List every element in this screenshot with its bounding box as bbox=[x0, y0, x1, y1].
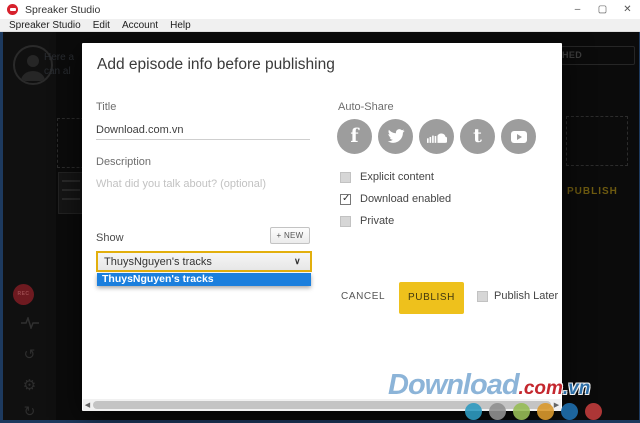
download-enabled-checkbox[interactable]: Download enabled bbox=[340, 193, 451, 205]
publish-later-label: Publish Later bbox=[494, 290, 558, 302]
watermark-word: Download bbox=[388, 369, 519, 401]
window-controls: – ▢ ✕ bbox=[565, 0, 640, 19]
youtube-play-icon bbox=[511, 131, 527, 143]
checkbox-box[interactable] bbox=[340, 216, 351, 227]
new-show-button[interactable]: + NEW bbox=[270, 227, 310, 244]
background-greeting-line1: Here a bbox=[44, 52, 74, 63]
title-input-underline bbox=[96, 139, 310, 140]
background-dropzone-right bbox=[566, 116, 628, 166]
menu-spreaker-studio[interactable]: Spreaker Studio bbox=[6, 20, 84, 31]
checkbox-box[interactable] bbox=[340, 194, 351, 205]
publish-episode-dialog: Add episode info before publishing Title… bbox=[82, 43, 562, 411]
show-dropdown-list: ThuysNguyen's tracks bbox=[97, 273, 311, 286]
close-button[interactable]: ✕ bbox=[615, 0, 640, 19]
background-publish-button[interactable]: PUBLISH bbox=[567, 186, 618, 197]
record-button-icon[interactable]: REC bbox=[13, 284, 34, 305]
history-icon[interactable]: ↺ bbox=[3, 346, 56, 363]
tumblr-icon[interactable]: t bbox=[460, 119, 495, 154]
show-field-label: Show bbox=[96, 232, 124, 244]
soundcloud-icon[interactable] bbox=[419, 119, 454, 154]
title-input[interactable]: Download.com.vn bbox=[96, 124, 183, 136]
scrollbar-thumb[interactable] bbox=[93, 401, 551, 409]
youtube-icon[interactable] bbox=[501, 119, 536, 154]
show-dropdown-option[interactable]: ThuysNguyen's tracks bbox=[97, 273, 311, 286]
minimize-button[interactable]: – bbox=[565, 0, 590, 19]
scroll-right-icon[interactable]: ▶ bbox=[552, 401, 561, 409]
settings-gear-icon[interactable]: ⚙ bbox=[3, 376, 56, 394]
background-track-list bbox=[58, 172, 84, 214]
auto-share-icons: f t bbox=[337, 119, 536, 154]
dialog-title: Add episode info before publishing bbox=[97, 56, 335, 74]
checkbox-box[interactable] bbox=[340, 172, 351, 183]
show-select-value: ThuysNguyen's tracks bbox=[98, 256, 294, 268]
description-field-label: Description bbox=[96, 156, 151, 168]
publish-later-checkbox[interactable] bbox=[477, 291, 488, 302]
scroll-left-icon[interactable]: ◀ bbox=[83, 401, 92, 409]
menu-account[interactable]: Account bbox=[119, 20, 161, 31]
published-episodes-tab[interactable]: HED EPISODES bbox=[561, 46, 635, 65]
facebook-icon[interactable]: f bbox=[337, 119, 372, 154]
left-sidebar: REC ↺ ⚙ ↻ bbox=[3, 32, 56, 420]
title-field-label: Title bbox=[96, 101, 116, 113]
auto-share-label: Auto-Share bbox=[338, 101, 394, 113]
window-title: Spreaker Studio bbox=[25, 4, 100, 16]
waveform-icon[interactable] bbox=[3, 316, 56, 334]
cancel-button[interactable]: CANCEL bbox=[341, 291, 385, 302]
watermark-vn: .vn bbox=[563, 378, 590, 399]
watermark-com: .com bbox=[519, 378, 563, 399]
show-select[interactable]: ThuysNguyen's tracks ∨ bbox=[96, 251, 312, 272]
twitter-icon[interactable] bbox=[378, 119, 413, 154]
publish-button[interactable]: PUBLISH bbox=[399, 282, 464, 314]
spreaker-app-icon bbox=[7, 4, 18, 15]
menu-help[interactable]: Help bbox=[167, 20, 194, 31]
private-checkbox[interactable]: Private bbox=[340, 215, 394, 227]
user-avatar-icon[interactable] bbox=[13, 45, 53, 85]
download-watermark: Download.com.vn bbox=[388, 369, 590, 402]
chevron-down-icon: ∨ bbox=[294, 256, 310, 267]
sync-icon[interactable]: ↻ bbox=[3, 403, 56, 420]
menu-bar: Spreaker Studio Edit Account Help bbox=[0, 19, 640, 32]
maximize-button[interactable]: ▢ bbox=[590, 0, 615, 19]
title-bar: Spreaker Studio – ▢ ✕ bbox=[0, 0, 640, 19]
explicit-content-checkbox[interactable]: Explicit content bbox=[340, 171, 434, 183]
menu-edit[interactable]: Edit bbox=[90, 20, 113, 31]
description-input[interactable]: What did you talk about? (optional) bbox=[96, 178, 266, 190]
background-greeting-line2: can al bbox=[44, 66, 71, 77]
